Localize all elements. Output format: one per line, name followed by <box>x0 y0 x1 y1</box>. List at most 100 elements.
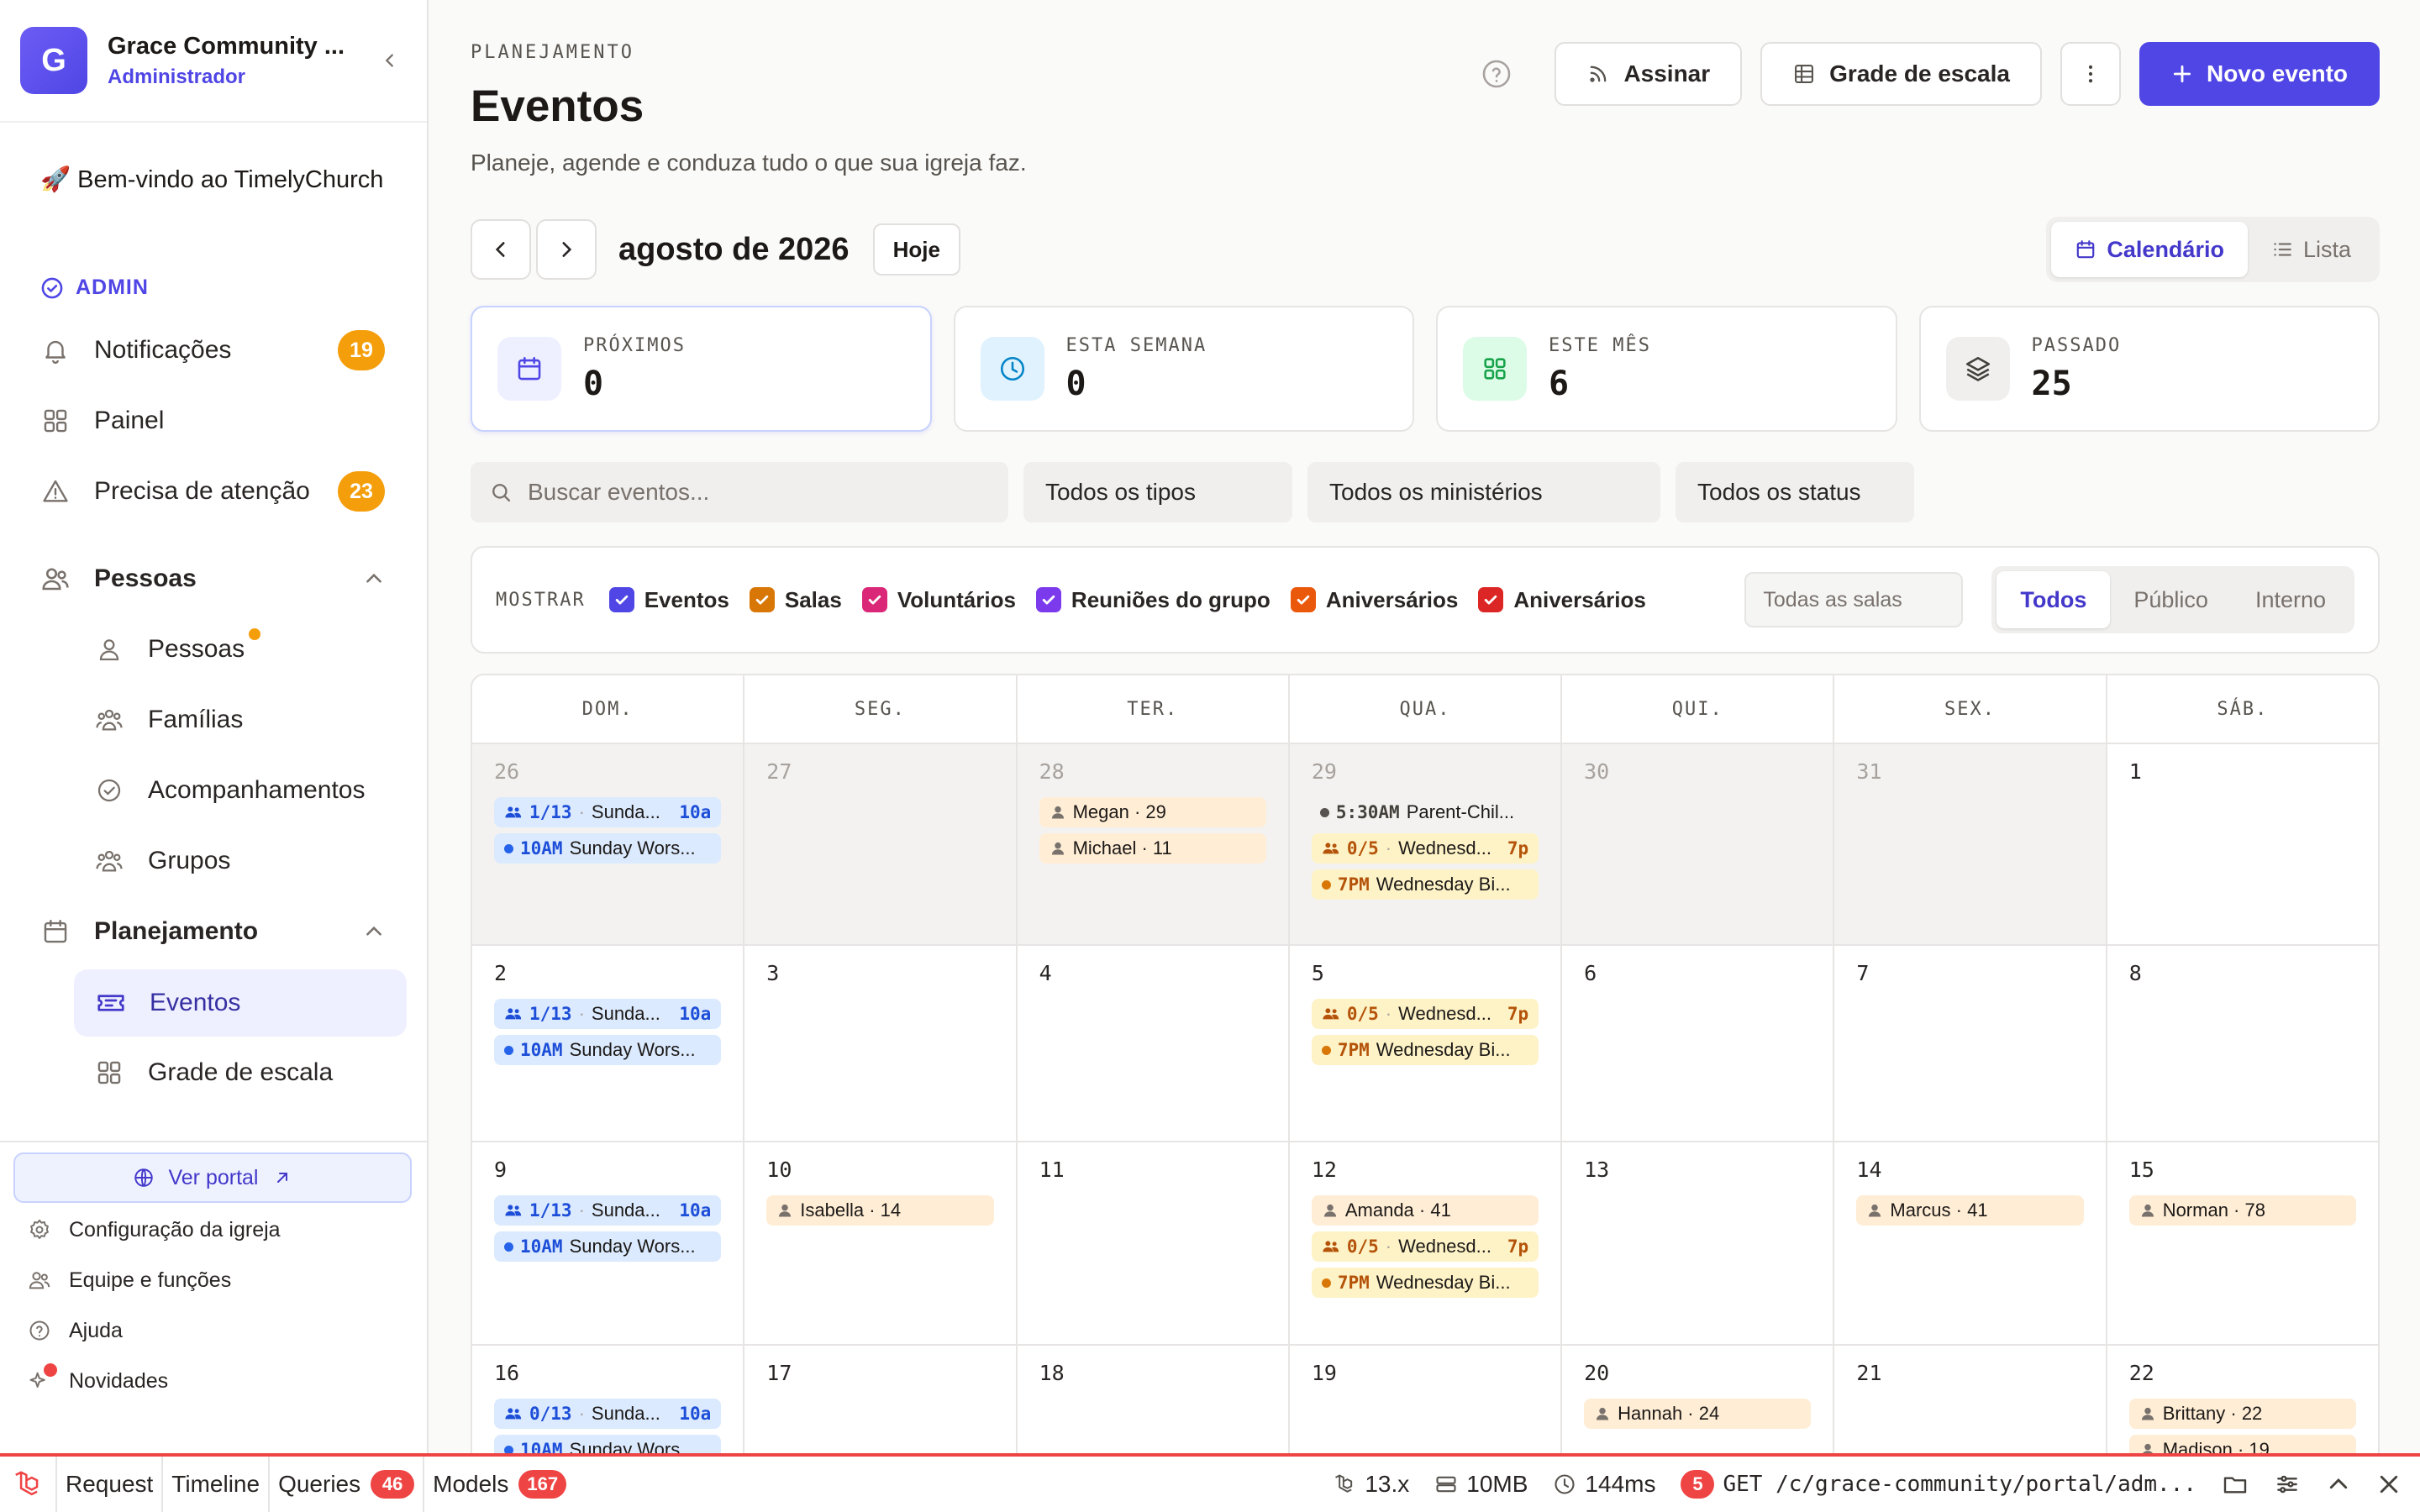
sidebar-item-needs-attention[interactable]: Precisa de atenção 23 <box>40 464 407 519</box>
calendar-day-cell[interactable]: 17 <box>744 1346 1018 1453</box>
calendar-day-cell[interactable]: 19 <box>1290 1346 1563 1453</box>
calendar-day-cell[interactable]: 15 Norman · 78 <box>2107 1142 2378 1344</box>
volunteer-slot-chip[interactable]: 1/13 · Sunda... 10a <box>494 797 722 827</box>
volunteer-slot-chip[interactable]: 1/13 · Sunda... 10a <box>494 999 722 1029</box>
event-chip[interactable]: 7PM Wednesday Bi... <box>1311 1035 1539 1065</box>
birthday-chip[interactable]: Megan · 29 <box>1039 797 1266 827</box>
calendar-day-cell[interactable]: 12 Amanda · 41 0/5 · Wednesd... 7p 7PM Wednesda… <box>1290 1142 1563 1344</box>
ministry-filter-select[interactable]: Todos os ministérios <box>1307 462 1660 522</box>
layer-checkbox[interactable]: Reuniões do grupo <box>1035 587 1270 613</box>
birthday-chip[interactable]: Madison · 19 <box>2128 1435 2356 1453</box>
laravel-logo-button[interactable] <box>0 1457 57 1512</box>
calendar-day-cell[interactable]: 4 <box>1018 946 1290 1141</box>
next-month-button[interactable] <box>536 219 597 280</box>
event-chip[interactable]: 10AM Sunday Wors... <box>494 1435 722 1453</box>
volunteer-slot-chip[interactable]: 0/5 · Wednesd... 7p <box>1311 999 1539 1029</box>
sidebar-item-events[interactable]: Eventos <box>74 969 407 1037</box>
chevron-up-icon[interactable] <box>2326 1472 2351 1497</box>
help-button[interactable] <box>1476 53 1518 95</box>
layer-checkbox[interactable]: Aniversários <box>1290 587 1458 613</box>
layer-checkbox[interactable]: Eventos <box>608 587 729 613</box>
status-filter-select[interactable]: Todos os status <box>1676 462 1914 522</box>
sidebar-item-schedule-grid[interactable]: Grade de escala <box>94 1045 407 1100</box>
birthday-chip[interactable]: Michael · 11 <box>1039 833 1266 864</box>
new-event-button[interactable]: Novo evento <box>2139 42 2380 106</box>
calendar-day-cell[interactable]: 13 <box>1562 1142 1835 1344</box>
event-chip[interactable]: 10AM Sunday Wors... <box>494 833 722 864</box>
previous-month-button[interactable] <box>471 219 531 280</box>
volunteer-slot-chip[interactable]: 1/13 · Sunda... 10a <box>494 1195 722 1226</box>
sidebar-item-notifications[interactable]: Notificações 19 <box>40 323 407 378</box>
models-tab[interactable]: Models 167 <box>424 1457 575 1512</box>
rooms-select[interactable]: Todas as salas <box>1744 572 1964 627</box>
welcome-link[interactable]: 🚀 Bem-vindo ao TimelyChurch <box>40 163 393 197</box>
calendar-day-cell[interactable]: 7 <box>1834 946 2107 1141</box>
event-chip[interactable]: 7PM Wednesday Bi... <box>1311 869 1539 900</box>
request-tab[interactable]: Request <box>57 1457 164 1512</box>
birthday-chip[interactable]: Hannah · 24 <box>1584 1399 1812 1429</box>
stat-card-this-month[interactable]: ESTE MÊS 6 <box>1436 306 1897 432</box>
queries-tab[interactable]: Queries 46 <box>270 1457 425 1512</box>
calendar-day-cell[interactable]: 14 Marcus · 41 <box>1834 1142 2107 1344</box>
birthday-chip[interactable]: Norman · 78 <box>2128 1195 2356 1226</box>
sidebar-item-groups[interactable]: Grupos <box>94 833 407 889</box>
visibility-all-tab[interactable]: Todos <box>1996 571 2111 628</box>
volunteer-slot-chip[interactable]: 0/5 · Wednesd... 7p <box>1311 833 1539 864</box>
visibility-public-tab[interactable]: Público <box>2110 571 2232 628</box>
calendar-day-cell[interactable]: 28 Megan · 29 Michael · 11 <box>1017 744 1290 944</box>
stat-card-past[interactable]: PASSADO 25 <box>1918 306 2380 432</box>
event-chip[interactable]: 10AM Sunday Wors... <box>494 1231 722 1262</box>
sidebar-item-dashboard[interactable]: Painel <box>40 393 407 449</box>
calendar-day-cell[interactable]: 9 1/13 · Sunda... 10a 10AM Sunday Wors... <box>472 1142 745 1344</box>
calendar-day-cell[interactable]: 11 <box>1018 1142 1290 1344</box>
calendar-day-cell[interactable]: 8 <box>2107 946 2378 1141</box>
calendar-day-cell[interactable]: 22 Brittany · 22 Madison · 19 <box>2107 1346 2378 1453</box>
collapse-sidebar-button[interactable] <box>373 44 407 77</box>
calendar-view-tab[interactable]: Calendário <box>2051 222 2248 277</box>
volunteer-slot-chip[interactable]: 0/13 · Sunda... 10a <box>494 1399 722 1429</box>
settings-sliders-icon[interactable] <box>2274 1471 2301 1498</box>
calendar-day-cell[interactable]: 27 <box>744 744 1018 944</box>
calendar-day-cell[interactable]: 26 1/13 · Sunda... 10a 10AM Sunday Wors... <box>472 744 745 944</box>
type-filter-select[interactable]: Todos os tipos <box>1023 462 1292 522</box>
calendar-day-cell[interactable]: 3 <box>744 946 1018 1141</box>
calendar-day-cell[interactable]: 5 0/5 · Wednesd... 7p 7PM Wednesday Bi... <box>1290 946 1563 1141</box>
folder-icon[interactable] <box>2222 1471 2249 1498</box>
subscribe-button[interactable]: Assinar <box>1555 42 1743 106</box>
sidebar-item-follow-ups[interactable]: Acompanhamentos <box>94 763 407 818</box>
calendar-day-cell[interactable]: 16 0/13 · Sunda... 10a 10AM Sunday Wors... <box>472 1346 745 1453</box>
sidebar-section-people[interactable]: Pessoas <box>40 551 407 606</box>
layer-checkbox[interactable]: Voluntários <box>861 587 1016 613</box>
help-link[interactable]: Ajuda <box>27 1312 123 1349</box>
calendar-day-cell[interactable]: 1 <box>2107 744 2378 944</box>
calendar-day-cell[interactable]: 2 1/13 · Sunda... 10a 10AM Sunday Wors... <box>472 946 745 1141</box>
event-chip[interactable]: 5:30AM Parent-Chil... <box>1312 797 1539 827</box>
view-portal-button[interactable]: Ver portal <box>13 1152 412 1203</box>
church-settings-link[interactable]: Configuração da igreja <box>27 1211 281 1248</box>
calendar-day-cell[interactable]: 10 Isabella · 14 <box>744 1142 1018 1344</box>
today-button[interactable]: Hoje <box>872 223 960 276</box>
birthday-chip[interactable]: Brittany · 22 <box>2128 1399 2356 1429</box>
calendar-day-cell[interactable]: 18 <box>1018 1346 1290 1453</box>
birthday-chip[interactable]: Isabella · 14 <box>766 1195 994 1226</box>
timeline-tab[interactable]: Timeline <box>163 1457 271 1512</box>
calendar-day-cell[interactable]: 20 Hannah · 24 <box>1562 1346 1835 1453</box>
birthday-chip[interactable]: Amanda · 41 <box>1311 1195 1539 1226</box>
volunteer-slot-chip[interactable]: 0/5 · Wednesd... 7p <box>1311 1231 1539 1262</box>
calendar-day-cell[interactable]: 31 <box>1834 744 2107 944</box>
calendar-day-cell[interactable]: 29 5:30AM Parent-Chil... 0/5 · Wednesd... 7p 7P… <box>1289 744 1563 944</box>
org-header[interactable]: G Grace Community ... Administrador <box>20 27 407 94</box>
calendar-day-cell[interactable]: 30 <box>1562 744 1835 944</box>
event-chip[interactable]: 10AM Sunday Wors... <box>494 1035 722 1065</box>
list-view-tab[interactable]: Lista <box>2248 222 2375 277</box>
layer-checkbox[interactable]: Salas <box>749 587 842 613</box>
schedule-grid-button[interactable]: Grade de escala <box>1760 42 2042 106</box>
calendar-day-cell[interactable]: 6 <box>1562 946 1835 1141</box>
search-events-input[interactable]: Buscar eventos... <box>471 462 1008 522</box>
request-selector[interactable]: 5 GET /c/grace-community/portal/adm... <box>1681 1470 2196 1499</box>
sidebar-item-people[interactable]: Pessoas <box>94 622 407 677</box>
more-options-button[interactable] <box>2060 42 2121 106</box>
whats-new-link[interactable]: Novidades <box>27 1362 168 1399</box>
sidebar-section-planning[interactable]: Planejamento <box>40 904 407 959</box>
birthday-chip[interactable]: Marcus · 41 <box>1856 1195 2084 1226</box>
